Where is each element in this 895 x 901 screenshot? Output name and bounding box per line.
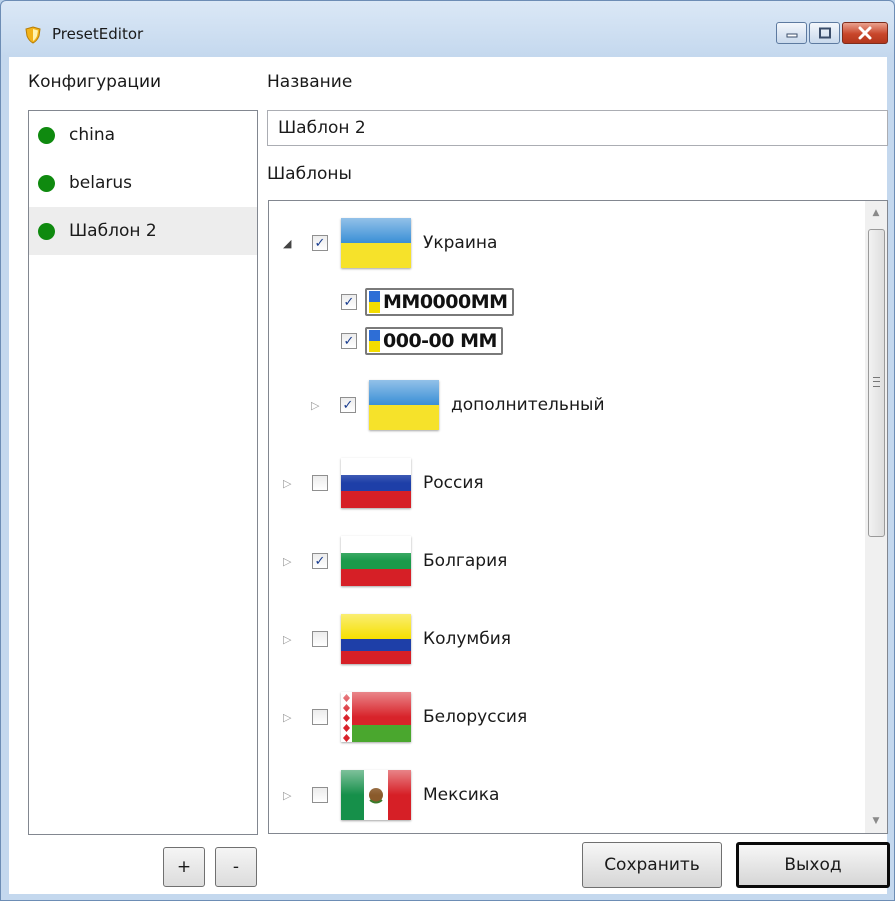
templates-label: Шаблоны — [267, 164, 352, 184]
colombia-flag-icon — [341, 614, 411, 664]
exit-button[interactable]: Выход — [736, 842, 890, 888]
mexico-flag-icon — [341, 770, 411, 820]
status-dot-icon — [38, 126, 55, 144]
maximize-button[interactable] — [809, 22, 840, 44]
maximize-icon — [818, 27, 831, 39]
add-config-button[interactable]: + — [163, 847, 205, 887]
configs-label: Конфигурации — [28, 72, 162, 92]
scroll-down-arrow-icon[interactable]: ▼ — [865, 811, 887, 831]
collapsed-arrow-icon[interactable]: ▷ — [283, 789, 291, 802]
close-button[interactable] — [842, 22, 888, 44]
minimize-icon — [786, 33, 797, 38]
checkbox-belarus[interactable] — [312, 709, 328, 725]
status-dot-icon — [38, 174, 55, 192]
tree-node-russia[interactable]: ▷ Россия — [283, 458, 484, 508]
russia-flag-icon — [341, 458, 411, 508]
tree-node-label: Колумбия — [423, 629, 511, 649]
checkbox-mexico[interactable] — [312, 787, 328, 803]
config-item-label: belarus — [69, 173, 133, 193]
checkbox-plate-1[interactable]: ✓ — [341, 294, 357, 310]
ukraine-flag-icon — [341, 218, 411, 268]
shield-app-icon — [25, 26, 41, 44]
tree-node-label: дополнительный — [451, 395, 605, 415]
tree-node-additional[interactable]: ▷ ✓ дополнительный — [311, 380, 605, 430]
collapsed-arrow-icon[interactable]: ▷ — [283, 711, 291, 724]
tree-node-bulgaria[interactable]: ▷ ✓ Болгария — [283, 536, 507, 586]
config-item-template-2[interactable]: Шаблон 2 — [29, 207, 257, 255]
plate-preview: MM0000MM — [365, 288, 514, 316]
tree-node-plate-2[interactable]: ✓ 000-00 MM — [341, 327, 503, 355]
collapsed-arrow-icon[interactable]: ▷ — [283, 633, 291, 646]
tree-node-label: Украина — [423, 233, 498, 253]
title-bar[interactable]: PresetEditor — [1, 1, 894, 57]
checkbox-bulgaria[interactable]: ✓ — [312, 553, 328, 569]
tree-node-belarus[interactable]: ▷ Белоруссия — [283, 692, 527, 742]
tree-node-colombia[interactable]: ▷ Колумбия — [283, 614, 511, 664]
scrollbar-thumb[interactable] — [868, 229, 885, 537]
window-title: PresetEditor — [52, 25, 144, 43]
client-area: Конфигурации china belarus Шаблон 2 + - … — [9, 57, 890, 894]
plate-text: 000-00 MM — [383, 330, 497, 352]
tree-scrollbar[interactable]: ▲ ▼ — [865, 201, 887, 833]
checkbox-additional[interactable]: ✓ — [340, 397, 356, 413]
tree-node-label: Мексика — [423, 785, 500, 805]
config-item-label: china — [69, 125, 116, 145]
collapsed-arrow-icon[interactable]: ▷ — [283, 477, 291, 490]
ua-badge-icon — [369, 330, 380, 352]
checkbox-ukraine[interactable]: ✓ — [312, 235, 328, 251]
checkbox-plate-2[interactable]: ✓ — [341, 333, 357, 349]
tree-node-plate-1[interactable]: ✓ MM0000MM — [341, 288, 514, 316]
expanded-arrow-icon[interactable]: ◢ — [283, 237, 291, 250]
checkbox-russia[interactable] — [312, 475, 328, 491]
config-item-label: Шаблон 2 — [69, 221, 157, 241]
close-icon — [858, 26, 872, 40]
status-dot-icon — [38, 222, 55, 240]
grip-icon — [873, 377, 880, 387]
templates-tree[interactable]: ◢ ✓ Украина ✓ MM0000MM ✓ 000-00 MM ▷ ✓ д… — [268, 200, 888, 834]
collapsed-arrow-icon[interactable]: ▷ — [283, 555, 291, 568]
bulgaria-flag-icon — [341, 536, 411, 586]
tree-node-label: Белоруссия — [423, 707, 528, 727]
save-button[interactable]: Сохранить — [582, 842, 722, 888]
minimize-button[interactable] — [776, 22, 807, 44]
tree-node-label: Россия — [423, 473, 484, 493]
preset-editor-window: PresetEditor Конфигурации china belarus … — [0, 0, 895, 901]
config-item-belarus[interactable]: belarus — [29, 159, 257, 207]
config-item-china[interactable]: china — [29, 111, 257, 159]
belarus-flag-icon — [341, 692, 411, 742]
collapsed-arrow-icon[interactable]: ▷ — [311, 399, 319, 412]
plate-preview: 000-00 MM — [365, 327, 503, 355]
ukraine-flag-icon — [369, 380, 439, 430]
tree-node-mexico[interactable]: ▷ Мексика — [283, 770, 499, 820]
window-controls — [774, 22, 888, 46]
name-label: Название — [267, 72, 353, 92]
ua-badge-icon — [369, 291, 380, 313]
tree-node-label: Болгария — [423, 551, 508, 571]
tree-node-ukraine[interactable]: ◢ ✓ Украина — [283, 218, 497, 268]
remove-config-button[interactable]: - — [215, 847, 257, 887]
checkbox-colombia[interactable] — [312, 631, 328, 647]
name-input[interactable] — [267, 110, 888, 146]
scroll-up-arrow-icon[interactable]: ▲ — [865, 203, 887, 223]
plate-text: MM0000MM — [383, 291, 508, 313]
config-list[interactable]: china belarus Шаблон 2 — [28, 110, 258, 835]
